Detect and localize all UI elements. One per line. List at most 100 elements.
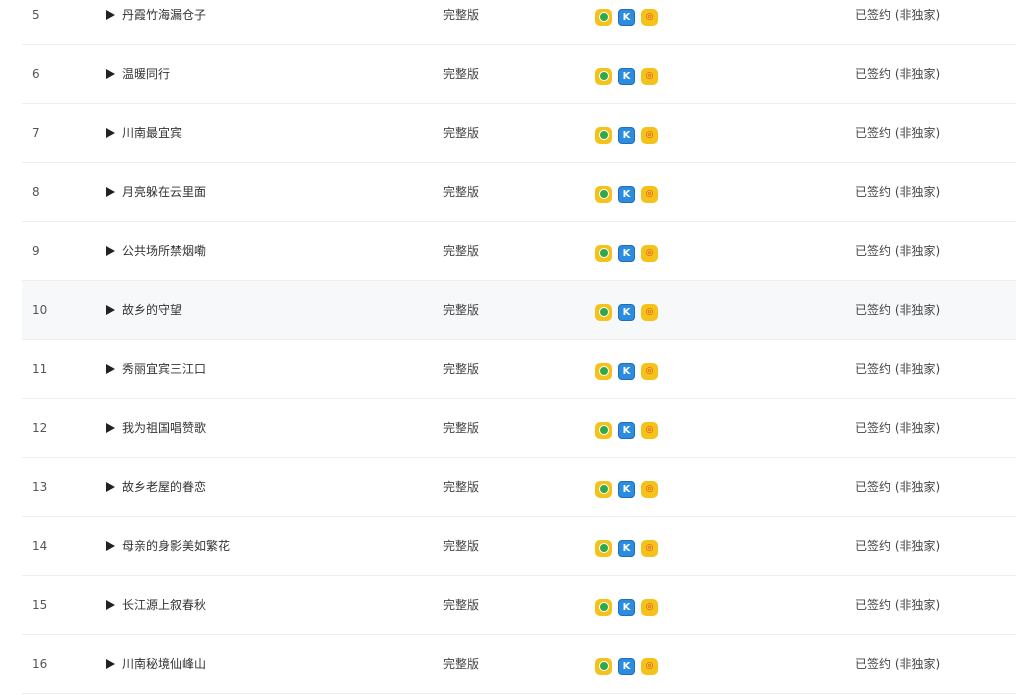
- song-title-cell: 长江源上叙春秋: [106, 576, 206, 634]
- qq-music-icon[interactable]: [595, 657, 612, 675]
- kugou-icon[interactable]: K: [618, 539, 635, 557]
- platform-icons: K ◎: [595, 519, 658, 577]
- table-row[interactable]: 6 温暖同行 完整版 K ◎ 已签约 (非独家): [22, 45, 1016, 104]
- kugou-icon[interactable]: K: [618, 126, 635, 144]
- qq-music-icon[interactable]: [595, 67, 612, 85]
- version-label: 完整版: [443, 185, 480, 199]
- sign-status: 已签约 (非独家): [855, 598, 941, 612]
- qq-music-icon[interactable]: [595, 8, 612, 26]
- kuwo-icon[interactable]: ◎: [641, 303, 658, 321]
- qq-music-icon[interactable]: [595, 421, 612, 439]
- song-title-cell: 川南秘境仙峰山: [106, 635, 206, 693]
- version-label: 完整版: [443, 657, 480, 671]
- row-index: 9: [32, 244, 40, 258]
- kugou-icon[interactable]: K: [618, 362, 635, 380]
- song-title[interactable]: 川南秘境仙峰山: [122, 635, 206, 693]
- play-icon[interactable]: [106, 187, 115, 197]
- kuwo-icon[interactable]: ◎: [641, 421, 658, 439]
- version-label: 完整版: [443, 598, 480, 612]
- play-icon[interactable]: [106, 246, 115, 256]
- play-icon[interactable]: [106, 69, 115, 79]
- qq-music-icon[interactable]: [595, 539, 612, 557]
- sign-status: 已签约 (非独家): [855, 185, 941, 199]
- sign-status: 已签约 (非独家): [855, 126, 941, 140]
- qq-music-icon[interactable]: [595, 126, 612, 144]
- sign-status: 已签约 (非独家): [855, 421, 941, 435]
- table-row[interactable]: 14 母亲的身影美如繁花 完整版 K ◎ 已签约 (非独家): [22, 517, 1016, 576]
- play-icon[interactable]: [106, 10, 115, 20]
- table-row[interactable]: 12 我为祖国唱赞歌 完整版 K ◎ 已签约 (非独家): [22, 399, 1016, 458]
- qq-music-icon[interactable]: [595, 480, 612, 498]
- kuwo-icon[interactable]: ◎: [641, 362, 658, 380]
- qq-music-icon[interactable]: [595, 362, 612, 380]
- play-icon[interactable]: [106, 305, 115, 315]
- song-title[interactable]: 温暖同行: [122, 45, 170, 103]
- play-icon[interactable]: [106, 128, 115, 138]
- play-icon[interactable]: [106, 541, 115, 551]
- kuwo-icon[interactable]: ◎: [641, 67, 658, 85]
- table-row[interactable]: 10 故乡的守望 完整版 K ◎ 已签约 (非独家): [22, 281, 1016, 340]
- kugou-icon[interactable]: K: [618, 303, 635, 321]
- kuwo-icon[interactable]: ◎: [641, 185, 658, 203]
- song-title-cell: 母亲的身影美如繁花: [106, 517, 230, 575]
- platform-icons: K ◎: [595, 460, 658, 518]
- kugou-icon[interactable]: K: [618, 421, 635, 439]
- qq-music-icon[interactable]: [595, 598, 612, 616]
- kugou-icon[interactable]: K: [618, 8, 635, 26]
- song-title[interactable]: 秀丽宜宾三江口: [122, 340, 206, 398]
- kuwo-icon[interactable]: ◎: [641, 657, 658, 675]
- song-title[interactable]: 母亲的身影美如繁花: [122, 517, 230, 575]
- play-icon[interactable]: [106, 600, 115, 610]
- version-label: 完整版: [443, 362, 480, 376]
- table-row[interactable]: 8 月亮躲在云里面 完整版 K ◎ 已签约 (非独家): [22, 163, 1016, 222]
- qq-music-icon[interactable]: [595, 303, 612, 321]
- table-row[interactable]: 13 故乡老屋的眷恋 完整版 K ◎ 已签约 (非独家): [22, 458, 1016, 517]
- kugou-icon[interactable]: K: [618, 598, 635, 616]
- table-row[interactable]: 7 川南最宜宾 完整版 K ◎ 已签约 (非独家): [22, 104, 1016, 163]
- qq-music-icon[interactable]: [595, 244, 612, 262]
- version-label: 完整版: [443, 8, 480, 22]
- kuwo-icon[interactable]: ◎: [641, 8, 658, 26]
- row-index: 12: [32, 421, 48, 435]
- sign-status: 已签约 (非独家): [855, 362, 941, 376]
- kuwo-icon[interactable]: ◎: [641, 480, 658, 498]
- version-label: 完整版: [443, 126, 480, 140]
- kugou-icon[interactable]: K: [618, 480, 635, 498]
- sign-status: 已签约 (非独家): [855, 67, 941, 81]
- song-title-cell: 故乡老屋的眷恋: [106, 458, 206, 516]
- song-title[interactable]: 月亮躲在云里面: [122, 163, 206, 221]
- table-row[interactable]: 11 秀丽宜宾三江口 完整版 K ◎ 已签约 (非独家): [22, 340, 1016, 399]
- song-title[interactable]: 故乡的守望: [122, 281, 182, 339]
- kugou-icon[interactable]: K: [618, 244, 635, 262]
- kuwo-icon[interactable]: ◎: [641, 598, 658, 616]
- platform-icons: K ◎: [595, 283, 658, 341]
- kuwo-icon[interactable]: ◎: [641, 539, 658, 557]
- song-title[interactable]: 我为祖国唱赞歌: [122, 399, 206, 457]
- song-title[interactable]: 故乡老屋的眷恋: [122, 458, 206, 516]
- song-title-cell: 月亮躲在云里面: [106, 163, 206, 221]
- kugou-icon[interactable]: K: [618, 185, 635, 203]
- table-row[interactable]: 15 长江源上叙春秋 完整版 K ◎ 已签约 (非独家): [22, 576, 1016, 635]
- table-row[interactable]: 9 公共场所禁烟嘞 完整版 K ◎ 已签约 (非独家): [22, 222, 1016, 281]
- table-row[interactable]: 16 川南秘境仙峰山 完整版 K ◎ 已签约 (非独家): [22, 635, 1016, 694]
- version-label: 完整版: [443, 421, 480, 435]
- song-title[interactable]: 川南最宜宾: [122, 104, 182, 162]
- table-row[interactable]: 5 丹霞竹海漏仓子 完整版 K ◎ 已签约 (非独家): [22, 0, 1016, 45]
- sign-status: 已签约 (非独家): [855, 657, 941, 671]
- kugou-icon[interactable]: K: [618, 67, 635, 85]
- song-title[interactable]: 长江源上叙春秋: [122, 576, 206, 634]
- play-icon[interactable]: [106, 482, 115, 492]
- version-label: 完整版: [443, 480, 480, 494]
- kugou-icon[interactable]: K: [618, 657, 635, 675]
- platform-icons: K ◎: [595, 578, 658, 636]
- song-title-cell: 故乡的守望: [106, 281, 182, 339]
- play-icon[interactable]: [106, 423, 115, 433]
- kuwo-icon[interactable]: ◎: [641, 244, 658, 262]
- play-icon[interactable]: [106, 364, 115, 374]
- song-title-cell: 公共场所禁烟嘞: [106, 222, 206, 280]
- kuwo-icon[interactable]: ◎: [641, 126, 658, 144]
- row-index: 7: [32, 126, 40, 140]
- qq-music-icon[interactable]: [595, 185, 612, 203]
- song-title[interactable]: 丹霞竹海漏仓子: [122, 0, 206, 44]
- song-title[interactable]: 公共场所禁烟嘞: [122, 222, 206, 280]
